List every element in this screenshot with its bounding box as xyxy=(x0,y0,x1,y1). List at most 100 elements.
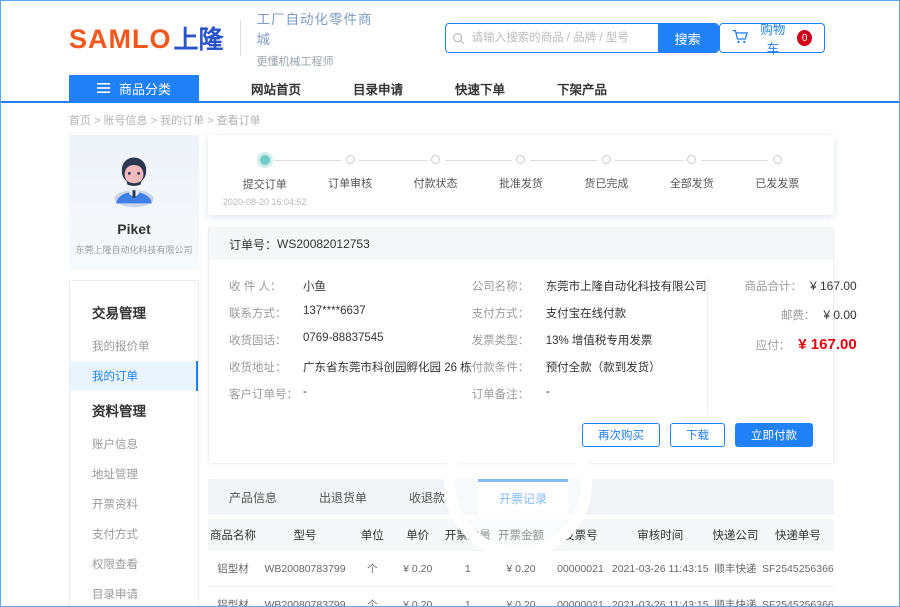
cart-button[interactable]: 购物车 0 xyxy=(719,23,825,53)
invoice-type-value: 13% 增值税专用发票 xyxy=(546,332,653,348)
cell-tracking-no: SF254525636652 xyxy=(762,599,834,607)
field-label: 收货地址： xyxy=(229,359,303,375)
field-label: 收货固话： xyxy=(229,332,303,348)
tab-invoice-records[interactable]: 开票记录 xyxy=(478,479,568,515)
field-label: 订单备注： xyxy=(472,386,546,402)
order-fields-mid: 公司名称：东莞市上隆自动化科技有限公司 支付方式：支付宝在线付款 发票类型：13… xyxy=(472,278,707,413)
field-label: 支付方式： xyxy=(472,305,546,321)
step-goods-ready: 货已完成 xyxy=(564,155,649,207)
cart-icon xyxy=(732,29,749,47)
cell-review-time: 2021-03-26 11:43:15 xyxy=(612,563,709,575)
content: Piket 东莞上隆自动化科技有限公司 交易管理 我的报价单 我的订单 资料管理… xyxy=(1,135,899,607)
sidebar-item-my-quotes[interactable]: 我的报价单 xyxy=(70,331,198,361)
sidebar-item-account-info[interactable]: 账户信息 xyxy=(70,429,198,459)
col-invoice-qty: 开票数量 xyxy=(443,527,493,543)
cart-label: 购物车 xyxy=(756,19,791,57)
logo-suffix-text: 上隆 xyxy=(174,20,224,56)
nav-link-offline-products[interactable]: 下架产品 xyxy=(557,75,607,101)
cell-product-name: 铝型材 xyxy=(208,597,258,607)
cell-unit: 个 xyxy=(352,561,393,576)
search-input[interactable] xyxy=(472,24,658,52)
table-row[interactable]: 铝型材 WB20080783799 个 ¥ 0.20 1 ¥ 0.20 0000… xyxy=(208,551,834,587)
brand-logo[interactable]: SAMLO 上隆 xyxy=(69,20,224,56)
cell-model: WB20080783799 xyxy=(258,563,352,575)
main-panel: 提交订单 2020-08-20 16:04:52 订单审核 付款状态 批准发货 xyxy=(208,135,834,607)
shipping-label: 邮费： xyxy=(781,307,816,323)
step-submit-order: 提交订单 2020-08-20 16:04:52 xyxy=(222,155,307,207)
category-menu-button[interactable]: 商品分类 xyxy=(69,75,199,101)
profile-card: Piket 东莞上隆自动化科技有限公司 xyxy=(69,135,199,270)
field-label: 联系方式： xyxy=(229,305,303,321)
invoice-table-header: 商品名称 型号 单位 单价 开票数量 开票金额 发票号 审核时间 快递公司 快递… xyxy=(208,519,834,551)
sidebar-item-permissions[interactable]: 权限查看 xyxy=(70,549,198,579)
tab-payments-refunds[interactable]: 收退款单 xyxy=(388,479,478,515)
field-label: 收 件 人： xyxy=(229,278,303,294)
search-button[interactable]: 搜索 xyxy=(658,23,718,53)
order-actions: 再次购买 下载 立即付款 xyxy=(209,415,833,463)
recipient-value: 小鱼 xyxy=(303,278,326,294)
step-all-shipped: 全部发货 xyxy=(649,155,734,207)
nav-link-quick-order[interactable]: 快速下单 xyxy=(455,75,505,101)
breadcrumb: 首页 > 账号信息 > 我的订单 > 查看订单 xyxy=(1,103,899,135)
nav-link-home[interactable]: 网站首页 xyxy=(251,75,301,101)
cell-model: WB20080783799 xyxy=(258,599,352,607)
download-button[interactable]: 下载 xyxy=(670,423,725,447)
field-label: 付款条件： xyxy=(472,359,546,375)
col-unit: 单位 xyxy=(352,527,393,543)
cell-invoice-no: 00000021 xyxy=(549,599,612,607)
order-number-bar: 订单号： WS20082012753 xyxy=(209,228,833,260)
logo-text: SAMLO xyxy=(69,24,172,55)
category-menu-label: 商品分类 xyxy=(119,79,171,98)
tagline-sub: 更懂机械工程师 xyxy=(256,53,380,69)
field-label: 客户订单号： xyxy=(229,386,303,402)
cart-count-badge: 0 xyxy=(797,30,812,46)
step-dot xyxy=(687,155,696,164)
cell-product-name: 铝型材 xyxy=(208,561,258,576)
cell-invoice-amount: ¥ 0.20 xyxy=(493,563,549,575)
sidebar-item-address[interactable]: 地址管理 xyxy=(70,459,198,489)
page: SAMLO 上隆 工厂自动化零件商城 更懂机械工程师 搜索 购物车 0 xyxy=(0,0,900,607)
order-progress-card: 提交订单 2020-08-20 16:04:52 订单审核 付款状态 批准发货 xyxy=(208,135,834,215)
sidebar-item-invoice-info[interactable]: 开票资料 xyxy=(70,489,198,519)
step-dot xyxy=(516,155,525,164)
logo-divider xyxy=(240,20,241,56)
step-dot xyxy=(773,155,782,164)
step-dot xyxy=(346,155,355,164)
col-product-name: 商品名称 xyxy=(208,527,258,543)
contact-value: 137****6637 xyxy=(303,305,366,321)
payable-label: 应付： xyxy=(756,337,791,353)
cell-invoice-amount: ¥ 0.20 xyxy=(493,599,549,607)
order-number-value: WS20082012753 xyxy=(277,237,370,251)
tab-product-info[interactable]: 产品信息 xyxy=(208,479,298,515)
step-invoice-issued: 已发发票 xyxy=(735,155,820,207)
col-courier: 快递公司 xyxy=(709,527,762,543)
step-date: 2020-08-20 16:04:52 xyxy=(222,197,307,207)
sidebar-item-payment[interactable]: 支付方式 xyxy=(70,519,198,549)
step-dot xyxy=(431,155,440,164)
address-value: 广东省东莞市科创园孵化园 26 栋 xyxy=(303,359,472,375)
payment-method-value: 支付宝在线付款 xyxy=(546,305,627,321)
profile-name: Piket xyxy=(117,221,150,237)
order-number-label: 订单号： xyxy=(229,236,277,253)
search-box: 搜索 xyxy=(445,23,719,53)
sidebar-item-catalog-apply[interactable]: 目录申请 xyxy=(70,579,198,607)
profile-company: 东莞上隆自动化科技有限公司 xyxy=(75,243,192,256)
step-approve-shipment: 批准发货 xyxy=(478,155,563,207)
step-dot-done xyxy=(260,155,270,165)
order-fields-left: 收 件 人：小鱼 联系方式：137****6637 收货固话：0769-8883… xyxy=(229,278,472,413)
sidebar-heading-profile[interactable]: 资料管理 xyxy=(70,391,198,429)
subtotal-value: ¥ 167.00 xyxy=(810,279,857,293)
col-review-time: 审核时间 xyxy=(612,527,709,543)
table-row[interactable]: 铝型材 WB20080783799 个 ¥ 0.20 1 ¥ 0.20 0000… xyxy=(208,587,834,607)
rebuy-button[interactable]: 再次购买 xyxy=(582,423,660,447)
pay-now-button[interactable]: 立即付款 xyxy=(735,423,813,447)
cell-courier: 顺丰快递 xyxy=(709,597,762,607)
step-dot xyxy=(602,155,611,164)
nav-link-catalog-apply[interactable]: 目录申请 xyxy=(353,75,403,101)
field-label: 发票类型： xyxy=(472,332,546,348)
search-icon xyxy=(446,32,472,45)
col-invoice-amount: 开票金额 xyxy=(493,527,549,543)
sidebar-heading-trade[interactable]: 交易管理 xyxy=(70,293,198,331)
tab-shipment-returns[interactable]: 出退货单 xyxy=(298,479,388,515)
sidebar-item-my-orders[interactable]: 我的订单 xyxy=(70,361,198,391)
